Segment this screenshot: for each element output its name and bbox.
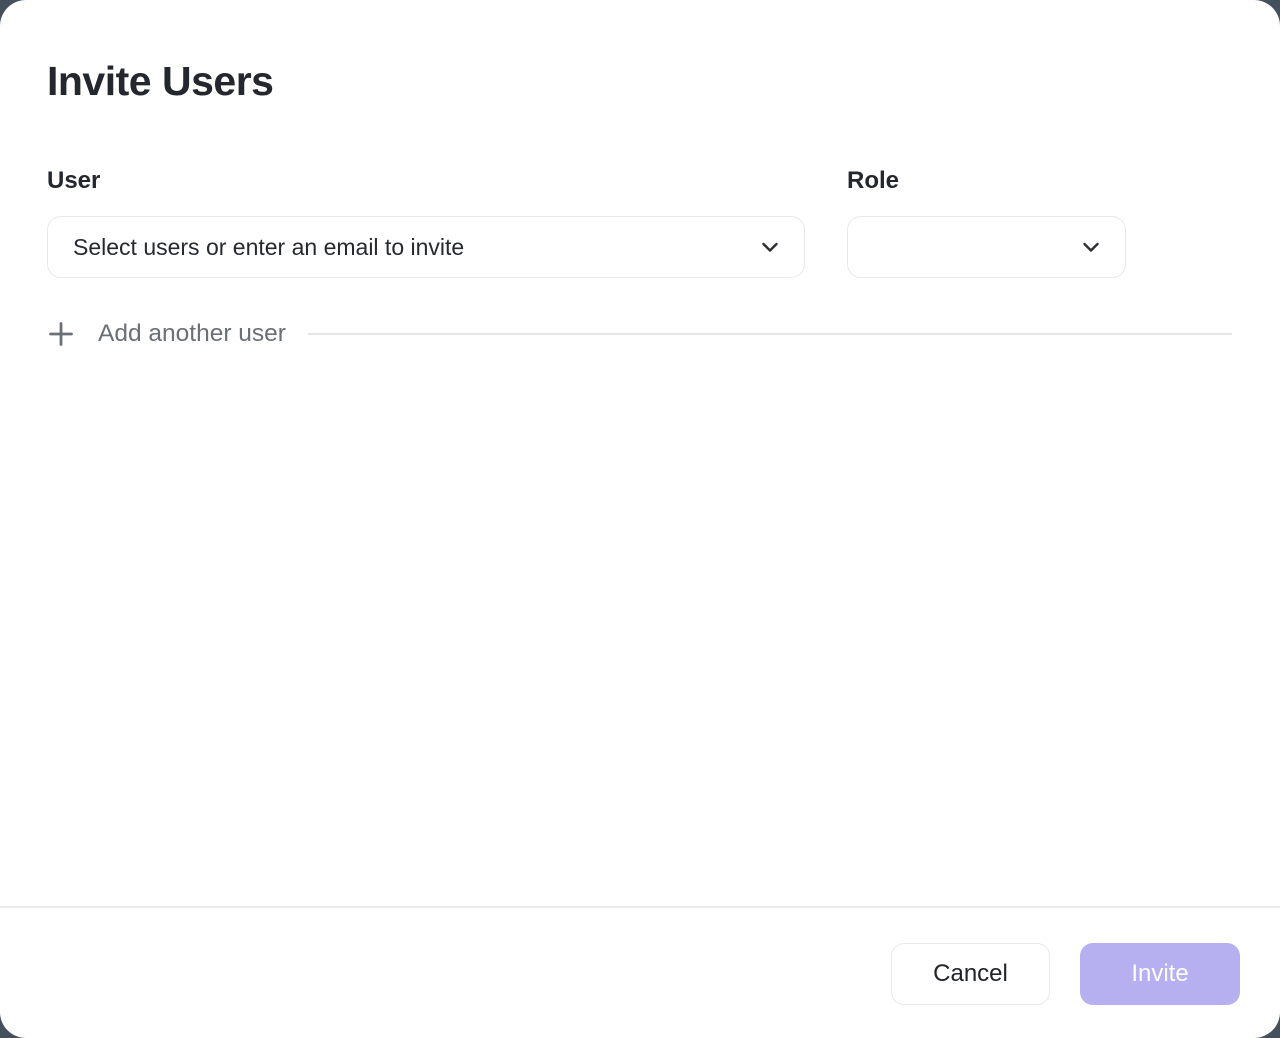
chevron-down-icon [1080, 236, 1102, 258]
chevron-down-icon [759, 236, 781, 258]
invite-users-modal: Invite Users User Select users or enter … [0, 0, 1280, 1038]
role-select[interactable] [847, 216, 1126, 278]
cancel-button[interactable]: Cancel [891, 943, 1050, 1005]
add-another-user-button[interactable]: Add another user [47, 320, 286, 348]
modal-footer: Cancel Invite [0, 906, 1280, 1038]
user-select[interactable]: Select users or enter an email to invite [47, 216, 805, 278]
horizontal-divider [308, 333, 1232, 335]
user-field: User Select users or enter an email to i… [47, 167, 805, 278]
modal-body: Invite Users User Select users or enter … [0, 0, 1280, 906]
role-field: Role [847, 167, 1126, 278]
add-another-user-label: Add another user [98, 320, 286, 348]
invite-form-row: User Select users or enter an email to i… [47, 167, 1232, 278]
role-label: Role [847, 167, 1126, 195]
user-select-placeholder: Select users or enter an email to invite [73, 234, 464, 261]
plus-icon [47, 320, 75, 348]
user-label: User [47, 167, 805, 195]
add-another-user-row: Add another user [47, 320, 1232, 348]
modal-title: Invite Users [47, 57, 1232, 105]
invite-button[interactable]: Invite [1080, 943, 1240, 1005]
